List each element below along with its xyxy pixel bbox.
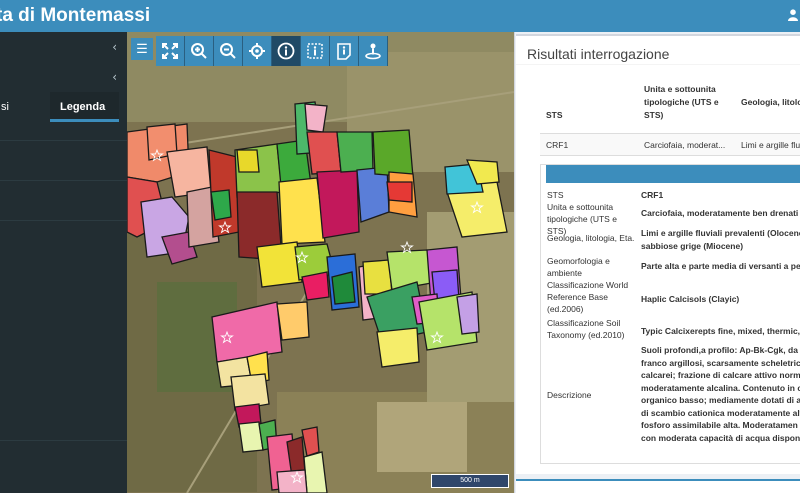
detail-value-geo-1: Limi e argille fluviali prevalenti (Oloc… bbox=[641, 228, 800, 238]
detail-label-wrb: Classificazione World Reference Base (ed… bbox=[547, 280, 629, 314]
zoom-extent-button[interactable] bbox=[156, 36, 185, 66]
column-header-uts: Unita e sottounita tipologiche (UTS e ST… bbox=[644, 84, 719, 120]
detail-desc-line: franco argillosi, scarsamente scheletric… bbox=[641, 357, 800, 368]
locate-icon bbox=[365, 43, 381, 60]
info-doc-icon bbox=[337, 43, 351, 60]
detail-desc-line: calcarei; frazione di calcare attivo nor… bbox=[641, 370, 800, 380]
column-header-sts: STS bbox=[546, 110, 563, 120]
detail-value-uts: Carciofaia, moderatamente ben drenati bbox=[641, 208, 799, 218]
detail-value-geom: Parte alta e parte media di versanti a p… bbox=[641, 261, 800, 271]
info-box-icon bbox=[307, 43, 323, 59]
chevron-left-icon[interactable]: ‹ bbox=[112, 40, 117, 54]
detail-desc-line: di scambio cationica moderatamente alt bbox=[641, 407, 800, 418]
sidebar-section-2[interactable]: ‹ bbox=[0, 62, 127, 92]
detail-header-bar bbox=[546, 165, 800, 183]
detail-label-descrizione: Descrizione bbox=[547, 390, 592, 400]
map-toolbar bbox=[156, 36, 388, 66]
sidebar: ‹ ‹ si Legenda bbox=[0, 32, 127, 493]
info-button[interactable] bbox=[272, 36, 301, 66]
zoom-to-selection-icon bbox=[249, 43, 265, 59]
results-panel: Risultati interrogazione STS Unita e sot… bbox=[514, 32, 800, 493]
table-cell-sts: CRF1 bbox=[546, 140, 569, 150]
zoom-out-icon bbox=[220, 43, 236, 59]
detail-value-soil-taxonomy: Typic Calcixerepts fine, mixed, thermic, bbox=[641, 326, 800, 336]
zoom-in-button[interactable] bbox=[185, 36, 214, 66]
secondary-box bbox=[516, 479, 800, 493]
detail-label-soil-taxonomy: Classificazione Soil Taxonomy (ed.2010) bbox=[547, 318, 625, 340]
detail-label-geo: Geologia, litologia, Eta. bbox=[547, 233, 635, 243]
detail-desc-line: organico basso; mediamente dotati di az bbox=[641, 395, 800, 405]
column-header-geo: Geologia, litolo Eta. bbox=[741, 97, 800, 107]
table-row[interactable]: CRF1 Carciofaia, moderat... Limi e argil… bbox=[540, 134, 800, 156]
user-icon[interactable] bbox=[788, 9, 798, 21]
zoom-extent-icon bbox=[162, 43, 178, 59]
detail-label-geom: Geomorfologia e ambiente bbox=[547, 256, 610, 278]
zoom-out-button[interactable] bbox=[214, 36, 243, 66]
divider bbox=[0, 440, 127, 441]
app-title: ta di Montemassi bbox=[0, 5, 151, 26]
detail-desc-line: Suoli profondi,a profilo: Ap-Bk-Cgk, da … bbox=[641, 345, 800, 355]
info-icon bbox=[277, 42, 295, 60]
divider bbox=[0, 140, 127, 141]
sidebar-tabs: si Legenda bbox=[0, 92, 127, 124]
sidebar-section-1[interactable]: ‹ bbox=[0, 32, 127, 62]
results-title: Risultati interrogazione bbox=[527, 46, 670, 62]
detail-desc-line: moderatamente alcalina. Contenuto in c bbox=[641, 382, 800, 393]
map-menu-button[interactable]: ☰ bbox=[131, 38, 153, 60]
detail-desc-line: con moderata capacità di acqua disponib bbox=[641, 432, 800, 443]
locate-button[interactable] bbox=[359, 36, 388, 66]
detail-value-geo-2: sabbiose grige (Miocene) bbox=[641, 241, 744, 251]
divider bbox=[0, 220, 127, 221]
info-doc-button[interactable] bbox=[330, 36, 359, 66]
results-box: Risultati interrogazione STS Unita e sot… bbox=[516, 34, 800, 474]
zoom-to-selection-button[interactable] bbox=[243, 36, 272, 66]
detail-value-wrb: Haplic Calcisols (Clayic) bbox=[641, 294, 740, 304]
table-cell-uts: Carciofaia, moderat... bbox=[644, 140, 726, 150]
detail-label-sts: STS bbox=[547, 190, 564, 200]
tab-legenda[interactable]: Legenda bbox=[50, 92, 119, 122]
table-cell-geo: Limi e argille flu bbox=[741, 140, 800, 150]
divider bbox=[516, 64, 800, 65]
top-navbar: ta di Montemassi bbox=[0, 0, 800, 32]
detail-value-sts: CRF1 bbox=[641, 190, 664, 200]
table-header: STS Unita e sottounita tipologiche (UTS … bbox=[540, 76, 800, 134]
detail-desc-line: fosforo assimilabile alta. Moderatamen bbox=[641, 420, 798, 430]
divider bbox=[0, 180, 127, 181]
map-canvas[interactable] bbox=[127, 32, 514, 493]
tab-layers[interactable]: si bbox=[0, 92, 48, 122]
chevron-left-icon[interactable]: ‹ bbox=[112, 70, 117, 84]
zoom-in-icon bbox=[191, 43, 207, 59]
feature-detail: STS CRF1 Unita e sottounita tipologiche … bbox=[540, 164, 800, 464]
info-box-button[interactable] bbox=[301, 36, 330, 66]
map-view[interactable]: ☰ 500 m bbox=[127, 32, 514, 493]
scale-bar: 500 m bbox=[431, 474, 509, 488]
